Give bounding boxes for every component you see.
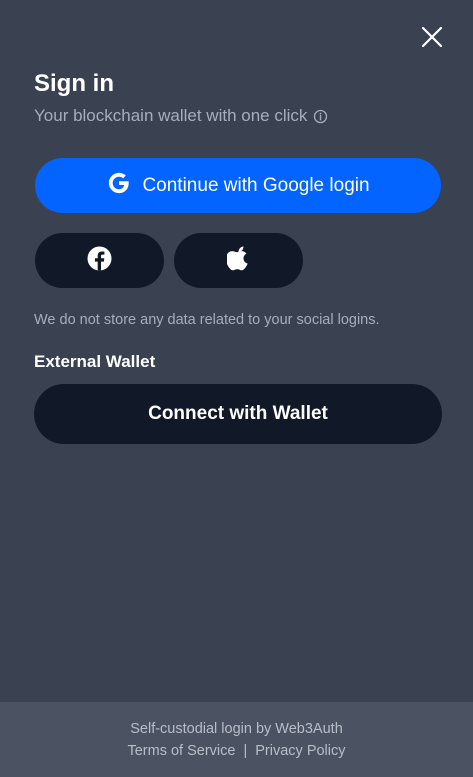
google-login-button[interactable]: Continue with Google login	[35, 158, 441, 213]
connect-wallet-label: Connect with Wallet	[148, 403, 328, 424]
external-wallet-label: External Wallet	[34, 352, 156, 371]
privacy-policy-link[interactable]: Privacy Policy	[255, 741, 345, 761]
apple-login-button[interactable]	[174, 233, 303, 288]
info-icon[interactable]	[313, 109, 328, 124]
footer-divider: |	[243, 742, 248, 759]
facebook-login-button[interactable]	[35, 233, 164, 288]
google-login-label: Continue with Google login	[142, 174, 370, 196]
page-subtitle: Your blockchain wallet with one click	[34, 105, 328, 127]
close-button[interactable]	[421, 26, 443, 48]
footer-links: Terms of Service | Privacy Policy	[127, 741, 345, 761]
footer: Self-custodial login by Web3Auth Terms o…	[0, 702, 473, 777]
terms-of-service-link[interactable]: Terms of Service	[127, 741, 235, 761]
sign-in-modal: Sign in Your blockchain wallet with one …	[0, 0, 473, 777]
facebook-icon	[87, 246, 112, 276]
subtitle-text: Your blockchain wallet with one click	[34, 106, 308, 125]
close-icon	[421, 26, 443, 48]
connect-wallet-button[interactable]: Connect with Wallet	[34, 384, 442, 444]
google-icon	[106, 170, 132, 202]
page-title: Sign in	[34, 70, 114, 97]
apple-icon	[225, 245, 251, 276]
privacy-notice: We do not store any data related to your…	[34, 312, 380, 328]
powered-by-text: Self-custodial login by Web3Auth	[130, 720, 343, 737]
